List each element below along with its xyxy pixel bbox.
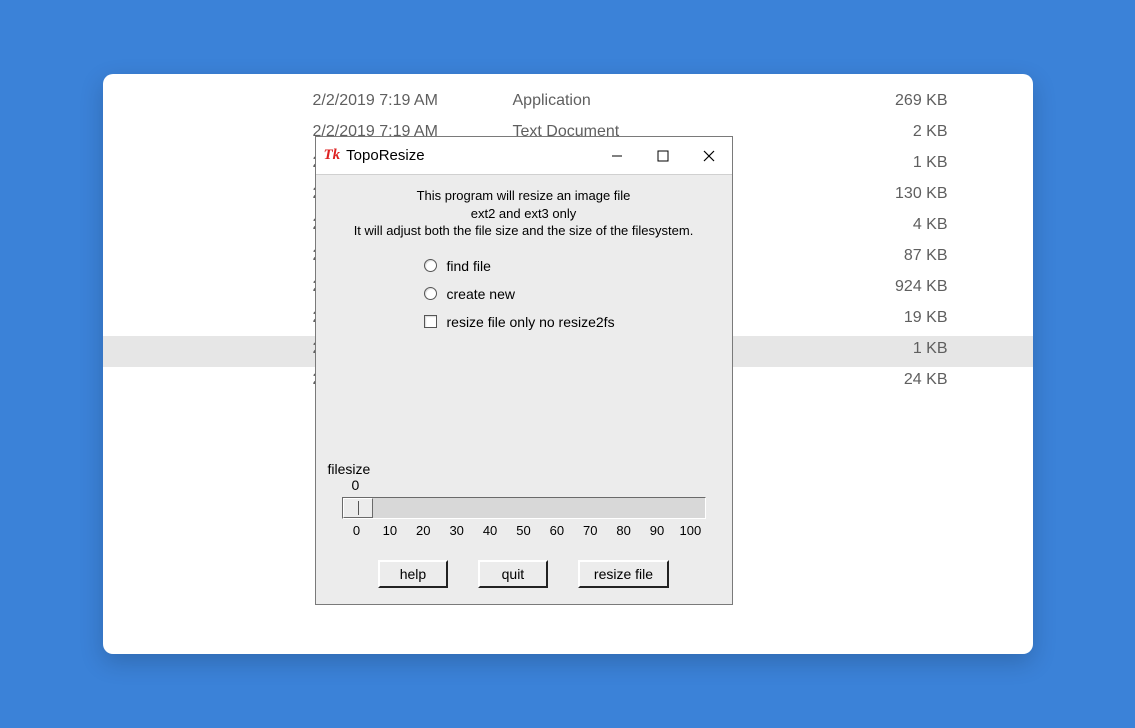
- slider-tick: 50: [512, 523, 534, 538]
- radio-icon: [424, 259, 437, 272]
- file-size: 924 KB: [895, 278, 947, 296]
- slider-tick: 100: [679, 523, 701, 538]
- checkbox-resize-only[interactable]: resize file only no resize2fs: [424, 314, 722, 330]
- toporesize-dialog: Tk TopoResize This program will resize a…: [315, 136, 733, 605]
- file-size: 87 KB: [904, 247, 948, 265]
- file-size: 1 KB: [913, 154, 948, 172]
- slider-tick: 30: [446, 523, 468, 538]
- intro-text: This program will resize an image file e…: [326, 187, 722, 240]
- file-date: 2/2/2019 7:19 AM: [313, 92, 438, 110]
- filesize-slider[interactable]: [342, 497, 706, 519]
- slider-ticks: 0 10 20 30 40 50 60 70 80 90 100: [346, 523, 702, 538]
- slider-label: filesize: [328, 461, 722, 477]
- file-size: 1 KB: [913, 340, 948, 358]
- dialog-title: TopoResize: [346, 147, 593, 164]
- maximize-button[interactable]: [640, 137, 686, 174]
- dialog-titlebar[interactable]: Tk TopoResize: [316, 137, 732, 175]
- radio-icon: [424, 287, 437, 300]
- radio-label: create new: [447, 286, 515, 302]
- file-row[interactable]: 2/2/2019 7:19 AM Application 269 KB: [103, 88, 1033, 119]
- slider-tick: 60: [546, 523, 568, 538]
- slider-value: 0: [352, 477, 722, 493]
- checkbox-label: resize file only no resize2fs: [447, 314, 615, 330]
- checkbox-icon: [424, 315, 437, 328]
- dialog-body: This program will resize an image file e…: [316, 175, 732, 604]
- slider-tick: 10: [379, 523, 401, 538]
- file-size: 4 KB: [913, 216, 948, 234]
- close-button[interactable]: [686, 137, 732, 174]
- minimize-button[interactable]: [594, 137, 640, 174]
- slider-tick: 80: [613, 523, 635, 538]
- file-size: 269 KB: [895, 92, 947, 110]
- file-size: 24 KB: [904, 371, 948, 389]
- file-explorer-panel: 2/2/2019 7:19 AM Application 269 KB2/2/201…: [103, 74, 1033, 654]
- radio-label: find file: [447, 258, 491, 274]
- file-type: Application: [513, 92, 591, 110]
- slider-tick: 20: [412, 523, 434, 538]
- slider-tick: 0: [346, 523, 368, 538]
- radio-create-new[interactable]: create new: [424, 286, 722, 302]
- slider-tick: 40: [479, 523, 501, 538]
- file-size: 130 KB: [895, 185, 947, 203]
- help-button[interactable]: help: [378, 560, 448, 588]
- file-size: 2 KB: [913, 123, 948, 141]
- tk-logo-icon: Tk: [324, 147, 341, 164]
- file-size: 19 KB: [904, 309, 948, 327]
- radio-find-file[interactable]: find file: [424, 258, 722, 274]
- resize-file-button[interactable]: resize file: [578, 560, 669, 588]
- slider-thumb[interactable]: [343, 498, 373, 518]
- slider-tick: 70: [579, 523, 601, 538]
- slider-tick: 90: [646, 523, 668, 538]
- quit-button[interactable]: quit: [478, 560, 548, 588]
